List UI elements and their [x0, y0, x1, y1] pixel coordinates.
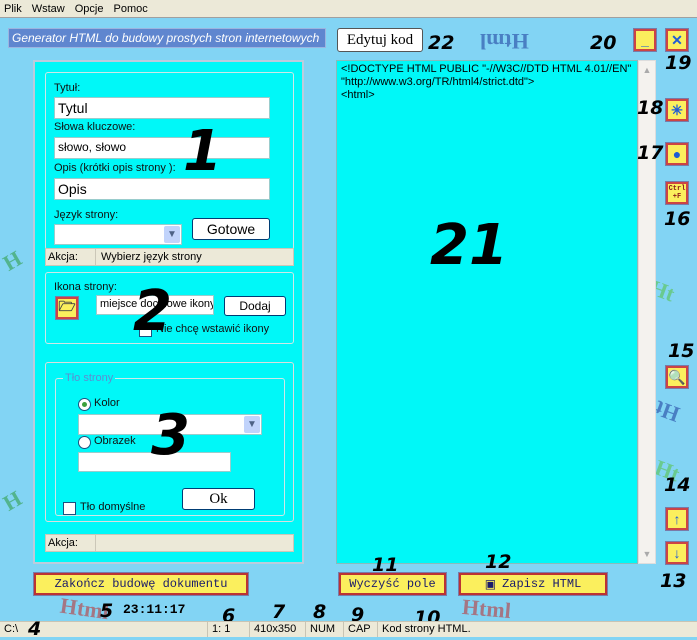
color-radio[interactable]	[78, 398, 91, 411]
keywords-input[interactable]: słowo, słowo	[54, 137, 270, 159]
tool-button-17[interactable]: ●	[665, 142, 689, 166]
action-value: Wybierz język strony	[101, 251, 202, 263]
html-watermark: H	[0, 485, 26, 516]
annotation-5: 5	[100, 600, 114, 622]
description-input[interactable]: Opis	[54, 178, 270, 200]
image-radio[interactable]	[78, 436, 91, 449]
menu-wstaw[interactable]: Wstaw	[32, 3, 65, 15]
annotation-19: 19	[665, 52, 692, 74]
close-button[interactable]: ✕	[665, 28, 689, 52]
minimize-icon: _	[641, 32, 649, 48]
html-watermark: Html	[480, 29, 529, 54]
keywords-label: Słowa kluczowe:	[54, 121, 136, 133]
app-title: Generator HTML do budowy prostych stron …	[8, 28, 326, 48]
menu-plik[interactable]: Plik	[4, 3, 22, 15]
action-bar-1: Akcja: Wybierz język strony	[45, 248, 294, 266]
menu-pomoc[interactable]: Pomoc	[113, 3, 147, 15]
status-num: NUM	[306, 622, 344, 637]
annotation-17: 17	[637, 142, 664, 164]
annotation-8: 8	[313, 601, 327, 623]
scroll-down-icon[interactable]: ▼	[640, 546, 654, 562]
ok-button[interactable]: Ok	[182, 488, 255, 510]
find-replace-button[interactable]: 🔍	[665, 365, 689, 389]
html-watermark: H	[0, 245, 26, 276]
chevron-down-icon: ▼	[164, 226, 180, 243]
status-ratio: 1: 1	[208, 622, 250, 637]
scroll-top-button[interactable]: ↑	[665, 507, 689, 531]
finish-document-button[interactable]: Zakończ budowę dokumentu	[33, 572, 249, 596]
title-input[interactable]: Tytul	[54, 97, 270, 119]
status-message: Kod strony HTML.	[382, 623, 471, 635]
status-bar: C:\ 1: 1 410x350 NUM CAP Kod strony HTML…	[0, 621, 697, 637]
html-watermark: Html	[461, 593, 512, 621]
annotation-22: 22	[428, 32, 455, 54]
status-cap: CAP	[344, 622, 378, 637]
annotation-4: 4	[28, 618, 42, 640]
annotation-2: 2	[133, 279, 172, 344]
action-label: Akcja:	[46, 535, 96, 551]
annotation-1: 1	[183, 119, 222, 184]
tool-button-18[interactable]: ✳	[665, 98, 689, 122]
annotation-21: 21	[430, 213, 508, 278]
clear-field-button[interactable]: Wyczyść pole	[338, 572, 447, 596]
save-html-label: Zapisz HTML	[502, 577, 582, 591]
code-editor-scrollbar[interactable]: ▲ ▼	[638, 60, 656, 564]
annotation-3: 3	[151, 403, 190, 468]
annotation-14: 14	[664, 474, 691, 496]
annotation-16: 16	[664, 208, 691, 230]
color-radio-label: Kolor	[94, 397, 120, 409]
ready-button[interactable]: Gotowe	[192, 218, 270, 240]
annotation-7: 7	[272, 601, 286, 623]
action-label: Akcja:	[46, 249, 96, 265]
language-label: Język strony:	[54, 209, 119, 221]
clock: 23:11:17	[123, 602, 186, 617]
html-watermark: Ht	[651, 395, 683, 428]
image-radio-label: Obrazek	[94, 435, 136, 447]
no-icon-label: Nie chcę wstawić ikony	[156, 323, 270, 335]
annotation-12: 12	[485, 551, 512, 573]
folder-icon: 🗁	[58, 298, 76, 314]
annotation-20: 20	[590, 32, 617, 54]
description-label: Opis (krótki opis strony ):	[54, 162, 176, 174]
floppy-disk-icon: ▣	[484, 577, 497, 592]
arrow-down-icon: ↓	[673, 545, 681, 561]
add-icon-button[interactable]: Dodaj	[224, 296, 286, 316]
snowflake-icon: ✳	[671, 101, 683, 118]
find-button[interactable]: Ctrl +F	[665, 181, 689, 205]
background-group-title: Tło strony	[63, 372, 116, 384]
edit-code-button[interactable]: Edytuj kod	[337, 28, 423, 52]
default-background-checkbox[interactable]	[63, 502, 76, 515]
html-code-editor[interactable]: <!DOCTYPE HTML PUBLIC "-//W3C//DTD HTML …	[336, 60, 638, 564]
globe-icon: ●	[672, 146, 682, 162]
default-background-label: Tło domyślne	[80, 501, 146, 513]
action-bar-3: Akcja:	[45, 534, 294, 552]
minimize-button[interactable]: _	[633, 28, 657, 52]
menu-bar: Plik Wstaw Opcje Pomoc	[0, 0, 697, 18]
document-settings-panel: Tytuł: Tytul Słowa kluczowe: słowo, słow…	[33, 60, 304, 564]
chevron-down-icon: ▼	[244, 416, 260, 433]
menu-opcje[interactable]: Opcje	[75, 3, 104, 15]
title-label: Tytuł:	[54, 82, 81, 94]
scroll-up-icon[interactable]: ▲	[640, 62, 654, 78]
annotation-18: 18	[637, 97, 664, 119]
arrow-up-icon: ↑	[673, 511, 681, 527]
find-replace-icon: 🔍	[668, 368, 686, 385]
status-size: 410x350	[250, 622, 306, 637]
scroll-bottom-button[interactable]: ↓	[665, 541, 689, 565]
close-icon: ✕	[671, 31, 683, 48]
browse-icon-button[interactable]: 🗁	[55, 296, 79, 320]
save-html-button[interactable]: ▣ Zapisz HTML	[458, 572, 608, 596]
annotation-15: 15	[668, 340, 695, 362]
language-select[interactable]: ▼	[54, 224, 182, 245]
icon-label: Ikona strony:	[54, 281, 117, 293]
annotation-13: 13	[660, 570, 687, 592]
